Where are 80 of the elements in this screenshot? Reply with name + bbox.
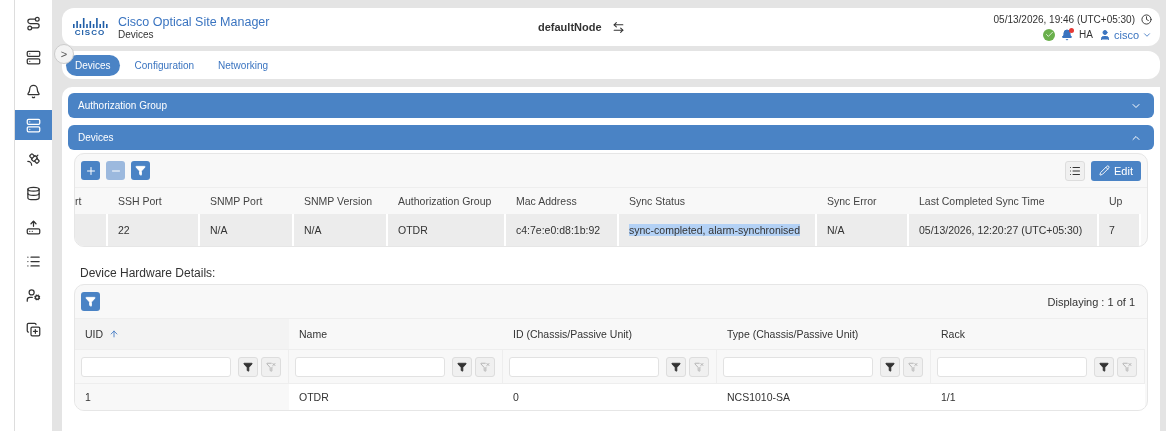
column-header: Up xyxy=(1108,194,1124,209)
column-header: Mac Address xyxy=(515,194,578,209)
filter-icon xyxy=(671,361,681,372)
filter-icon xyxy=(135,165,146,176)
node-name: defaultNode xyxy=(538,21,602,33)
add-button[interactable] xyxy=(81,161,100,180)
clear-filter-icon xyxy=(908,361,918,372)
column-header: Last Completed Sync Time xyxy=(918,194,1046,209)
logo-text: CISCO xyxy=(74,27,106,37)
clear-filter-icon xyxy=(1122,361,1132,372)
cell-text: 05/13/2026, 12:20:27 (UTC+05:30) xyxy=(919,224,1083,236)
table-cell: 0 xyxy=(503,383,717,410)
cell-text: sync-completed, alarm-synchronised xyxy=(629,224,800,236)
filter-input[interactable] xyxy=(723,356,873,377)
upload-icon xyxy=(26,219,41,235)
column-header: rt xyxy=(75,194,83,209)
ha-label: HA xyxy=(1079,29,1093,40)
route-icon xyxy=(26,15,41,31)
filter-icon xyxy=(85,296,96,307)
table-cell: 1/1 xyxy=(931,383,1145,410)
accordion-header[interactable]: Authorization Group xyxy=(68,93,1154,118)
filter-icon xyxy=(243,361,253,372)
table-cell: OTDR xyxy=(289,383,503,410)
section-title: Device Hardware Details: xyxy=(80,266,217,280)
page-subtitle: Devices xyxy=(118,28,154,40)
table-cell: NCS1010-SA xyxy=(717,383,931,410)
filter-input[interactable] xyxy=(509,356,659,377)
date-time: 05/13/2026, 19:46 (UTC+05:30) xyxy=(993,13,1135,25)
clear-filter-icon xyxy=(694,361,704,372)
filter-input[interactable] xyxy=(81,356,231,377)
add-copy-icon xyxy=(26,321,41,337)
column-header: Authorization Group xyxy=(397,194,493,209)
accordion-header[interactable]: Devices xyxy=(68,125,1154,150)
tab[interactable]: Devices xyxy=(66,54,120,76)
cell-text: 7 xyxy=(1109,224,1115,236)
server-icon xyxy=(26,117,41,133)
filter-button[interactable] xyxy=(1094,356,1114,377)
clear-filter-icon xyxy=(480,361,490,372)
node-arrows-icon[interactable] xyxy=(611,20,625,34)
satellite-icon xyxy=(26,151,41,167)
user-icon xyxy=(1098,28,1111,41)
edit-button[interactable]: Edit xyxy=(1091,160,1141,181)
list-icon xyxy=(26,253,41,269)
column-header: Sync Status xyxy=(628,194,687,209)
clear-filter-icon xyxy=(266,361,276,372)
filter-input[interactable] xyxy=(937,356,1087,377)
cell-text: OTDR xyxy=(398,224,428,236)
pencil-icon xyxy=(1099,165,1111,176)
filter-button[interactable] xyxy=(666,356,686,377)
list-icon xyxy=(1069,164,1082,177)
column-header: SNMP Port xyxy=(209,194,264,209)
cell-text: c4:7e:e0:d8:1b:92 xyxy=(516,224,601,236)
bell-icon xyxy=(26,83,41,99)
displaying-count: Displaying : 1 of 1 xyxy=(1047,295,1136,308)
user-gear-icon xyxy=(26,287,41,303)
logo-bars-icon xyxy=(72,17,108,28)
user-menu[interactable]: cisco xyxy=(1098,28,1152,41)
table-cell: 1 xyxy=(75,383,289,410)
column-header: SSH Port xyxy=(117,194,163,209)
filter-button[interactable] xyxy=(238,356,258,377)
cell-text: 22 xyxy=(118,224,130,236)
filter-icon xyxy=(885,361,895,372)
filter-input[interactable] xyxy=(295,356,445,377)
database-icon xyxy=(26,185,41,201)
filter-icon xyxy=(457,361,467,372)
tab[interactable]: Configuration xyxy=(125,54,204,76)
filter-button[interactable] xyxy=(880,356,900,377)
list-view-button[interactable] xyxy=(1065,160,1086,181)
column-header: Sync Error xyxy=(826,194,878,209)
app-title: Cisco Optical Site Manager xyxy=(118,14,271,29)
column-header[interactable]: UID xyxy=(75,319,289,349)
cell-text: N/A xyxy=(827,224,845,236)
tab[interactable]: Networking xyxy=(209,54,278,76)
cell-text: N/A xyxy=(304,224,322,236)
plus-icon xyxy=(84,164,97,177)
filter-icon xyxy=(1099,361,1109,372)
filter-button[interactable] xyxy=(452,356,472,377)
clock-icon xyxy=(1141,13,1152,25)
cell-text: N/A xyxy=(210,224,228,236)
column-header: SNMP Version xyxy=(303,194,374,209)
